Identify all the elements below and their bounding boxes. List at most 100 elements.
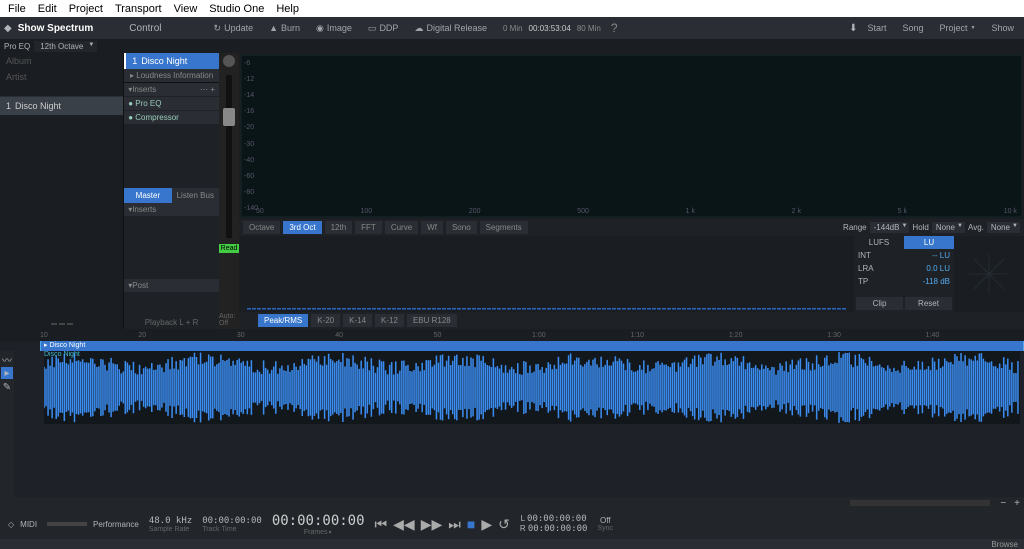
refresh-icon: ↻ (214, 23, 222, 34)
meter-mode-k14[interactable]: K-14 (343, 314, 372, 327)
menu-help[interactable]: Help (276, 3, 299, 14)
listen-bus-tab[interactable]: Listen Bus (172, 188, 219, 203)
proeq-label: Pro EQ (4, 42, 30, 51)
octave-dropdown[interactable]: 12th Octave (34, 41, 97, 52)
horizontal-scrollbar[interactable] (850, 500, 990, 506)
menu-project[interactable]: Project (69, 3, 103, 14)
track-list-sidebar: Album Artist 1Disco Night (0, 53, 123, 329)
track-time-value: 00:00:00:00 (202, 516, 262, 526)
playback-label: Playback L + R (124, 316, 219, 329)
spectrum-mode-wf[interactable]: Wf (421, 221, 443, 234)
spectrum-mode-curve[interactable]: Curve (385, 221, 418, 234)
menu-bar: File Edit Project Transport View Studio … (0, 0, 1024, 17)
loudness-meter-panel: LUFS LU INT-- LU LRA0.0 LU TP-118 dB Cli… (854, 236, 954, 312)
clip-button[interactable]: Clip (856, 297, 903, 310)
tool-pencil-icon[interactable]: ✎ (1, 381, 13, 393)
midi-activity-icon: ◇ (8, 520, 14, 529)
volume-fader[interactable] (226, 75, 232, 238)
spectrum-plot[interactable]: -6-12-14-16-20-30-40-60-80-140 501002005… (241, 55, 1022, 217)
insert-pro-eq[interactable]: ● Pro EQ (124, 96, 219, 110)
lufs-tab[interactable]: LUFS (854, 236, 904, 249)
start-button[interactable]: Start (861, 21, 892, 35)
midi-label: MIDI (20, 520, 37, 529)
spectrum-mode-segments[interactable]: Segments (480, 221, 528, 234)
arrangement-clip[interactable]: ▸ Disco Night (40, 341, 1024, 351)
burn-button[interactable]: ▲Burn (263, 21, 306, 35)
waveform-track[interactable]: Disco Night (14, 351, 1024, 497)
help-icon[interactable]: ? (611, 21, 618, 35)
menu-view[interactable]: View (174, 3, 198, 14)
cloud-icon: ☁ (414, 23, 423, 34)
stop-button[interactable]: ■ (467, 516, 475, 532)
waveform-clip-label: Disco Night (44, 351, 80, 358)
show-spectrum-label[interactable]: Show Spectrum (18, 23, 94, 34)
sub-toolbar: Pro EQ 12th Octave (0, 39, 1024, 53)
spectrum-mode-sono[interactable]: Sono (446, 221, 477, 234)
post-header[interactable]: ▾ Post (124, 279, 219, 292)
zoom-out-icon[interactable]: − (996, 498, 1010, 509)
disc-icon: ◉ (316, 23, 324, 34)
mixer-track-tab[interactable]: 1Disco Night (124, 53, 219, 69)
automation-read-button[interactable]: Read (219, 244, 240, 253)
master-inserts-header[interactable]: ▾ Inserts (124, 203, 219, 216)
range-dropdown[interactable]: -144dB (870, 222, 910, 233)
update-button[interactable]: ↻Update (208, 21, 260, 36)
sync-off-value[interactable]: Off (600, 516, 611, 525)
track-list-item[interactable]: 1Disco Night (0, 97, 123, 115)
play-button[interactable]: ▶ (481, 516, 492, 533)
spectrum-mode-12th[interactable]: 12th (325, 221, 353, 234)
zoom-in-icon[interactable]: + (1010, 498, 1024, 509)
inserts-header[interactable]: ▾ Inserts⋯ + (124, 83, 219, 96)
tool-draw-icon[interactable]: 〰 (1, 353, 13, 365)
forward-button[interactable]: ▶▶ (421, 516, 443, 533)
ddp-button[interactable]: ▭DDP (362, 21, 405, 36)
rewind-button[interactable]: ◀◀ (393, 516, 415, 533)
pan-knob[interactable] (223, 55, 235, 67)
meter-mode-k12[interactable]: K-12 (375, 314, 404, 327)
spectrum-mode-3rd-oct[interactable]: 3rd Oct (283, 221, 321, 234)
studio-one-icon: ◆ (4, 23, 12, 34)
image-button[interactable]: ◉Image (310, 21, 358, 36)
reset-button[interactable]: Reset (905, 297, 952, 310)
go-to-end-button[interactable]: ⏭ (448, 516, 461, 533)
tool-column: 〰 ▸ ✎ (0, 351, 14, 497)
spectrum-mode-fft[interactable]: FFT (355, 221, 382, 234)
menu-file[interactable]: File (8, 3, 26, 14)
control-label[interactable]: Control (129, 23, 161, 34)
spectrum-mode-octave[interactable]: Octave (243, 221, 280, 234)
time-ruler[interactable]: 10203040501:001:101:201:301:40 (0, 329, 1024, 341)
folder-icon: ▭ (368, 23, 377, 34)
show-button[interactable]: Show (985, 21, 1020, 35)
arrangement-section: 10203040501:001:101:201:301:40 ▸ Disco N… (0, 329, 1024, 509)
go-to-start-button[interactable]: ⏮ (375, 516, 388, 533)
song-button[interactable]: Song (896, 21, 929, 35)
performance-meter (47, 522, 87, 526)
menu-studio-one[interactable]: Studio One (209, 3, 264, 14)
menu-edit[interactable]: Edit (38, 3, 57, 14)
performance-label: Performance (93, 520, 139, 529)
digital-release-button[interactable]: ☁Digital Release (408, 21, 493, 36)
avg-dropdown[interactable]: None (987, 222, 1020, 233)
meter-mode-k20[interactable]: K-20 (311, 314, 340, 327)
tool-arrow-icon[interactable]: ▸ (1, 367, 13, 379)
project-time-display: 0 Min 00:03:53:04 80 Min (497, 22, 607, 35)
master-tab[interactable]: Master (124, 188, 171, 203)
browse-button[interactable]: Browse (991, 540, 1018, 549)
meter-mode-peak-rms[interactable]: Peak/RMS (258, 314, 308, 327)
hold-dropdown[interactable]: None (932, 222, 965, 233)
main-toolbar: ◆ Show Spectrum Control ↻Update ▲Burn ◉I… (0, 17, 1024, 39)
auto-off-label: Auto: Off (219, 313, 239, 327)
meter-mode-ebu[interactable]: EBU R128 (407, 314, 457, 327)
download-icon[interactable]: ⬇ (849, 23, 857, 34)
menu-transport[interactable]: Transport (115, 3, 162, 14)
album-label: Album (0, 53, 123, 69)
main-timecode[interactable]: 00:00:00:00 (272, 513, 365, 529)
lu-tab[interactable]: LU (904, 236, 954, 249)
loudness-info-button[interactable]: ▸ Loudness Information (124, 69, 219, 83)
loop-button[interactable]: ↺ (498, 516, 510, 533)
insert-compressor[interactable]: ● Compressor (124, 110, 219, 124)
panel-resize-handle[interactable] (0, 319, 123, 329)
track-fader-strip: Read Auto: Off (219, 53, 239, 329)
footer-bar: Browse (0, 539, 1024, 549)
project-button[interactable]: Project ▼ (934, 21, 982, 35)
